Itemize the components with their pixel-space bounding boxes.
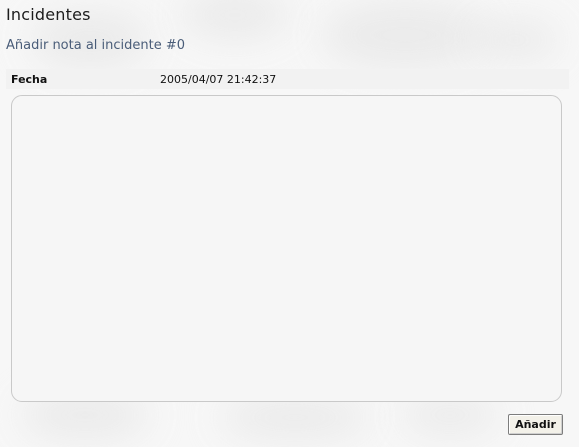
note-textarea[interactable] bbox=[11, 95, 562, 402]
page-subtitle: Añadir nota al incidente #0 bbox=[6, 38, 186, 53]
page-title: Incidentes bbox=[6, 5, 91, 24]
add-note-button[interactable]: Añadir bbox=[508, 414, 563, 435]
date-row: Fecha 2005/04/07 21:42:37 bbox=[6, 69, 569, 89]
date-label: Fecha bbox=[11, 73, 48, 86]
date-value: 2005/04/07 21:42:37 bbox=[160, 73, 277, 86]
